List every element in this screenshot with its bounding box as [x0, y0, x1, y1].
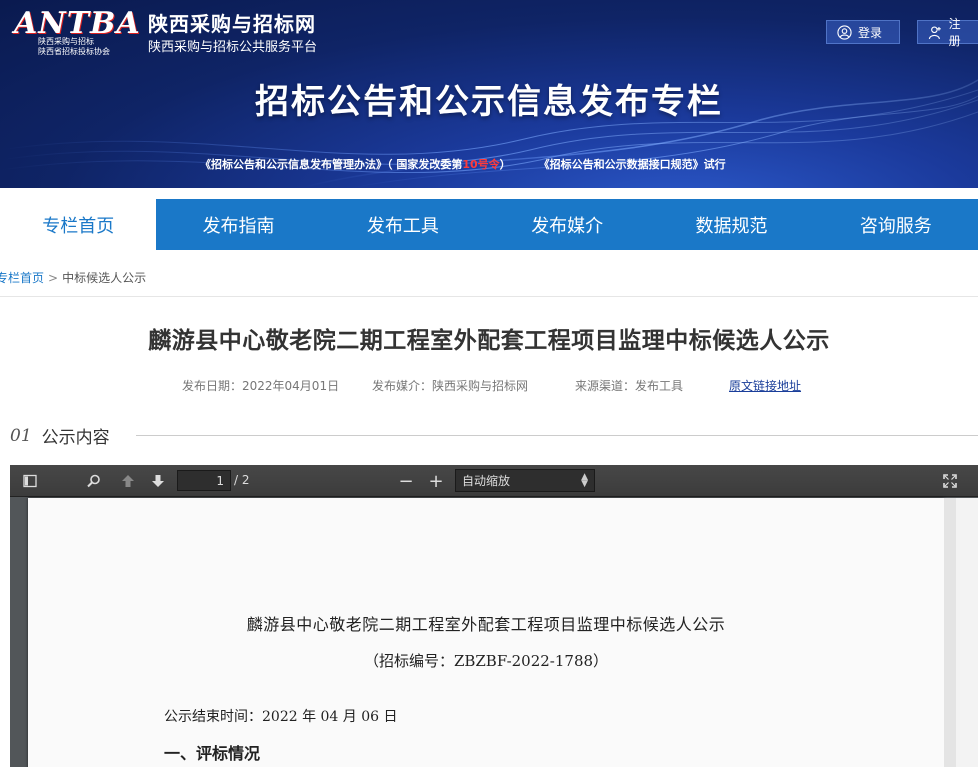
regulation-link-suffix: ）: [499, 158, 511, 171]
regulation-link-text: 《招标公告和公示信息发布管理办法》（ 国家发改委第: [200, 158, 463, 171]
pdf-toolbar: / 2 − + 自动缩放 ▲▼: [10, 465, 978, 497]
section-heading: 01 公示内容: [10, 423, 110, 449]
site-logo[interactable]: ANTBA 陕西采购与招标 陕西省招标投标协会: [14, 6, 142, 56]
original-link[interactable]: 原文链接地址: [729, 377, 801, 394]
search-icon: [87, 474, 100, 488]
site-name: 陕西采购与招标网: [148, 12, 316, 36]
sidebar-toggle-button[interactable]: [20, 471, 40, 491]
site-subtitle: 陕西采购与招标公共服务平台: [148, 40, 318, 55]
article-title: 麟游县中心敬老院二期工程室外配套工程项目监理中标候选人公示: [148, 328, 830, 354]
publish-source: 来源渠道：发布工具: [575, 379, 684, 393]
arrow-down-icon: [152, 475, 164, 487]
sidebar-toggle-icon: [23, 474, 37, 488]
fullscreen-button[interactable]: [940, 471, 960, 491]
pdf-page: 麟游县中心敬老院二期工程室外配套工程项目监理中标候选人公示 （招标编号：ZBZB…: [28, 498, 944, 767]
pdf-end-time: 公示结束时间：2022 年 04 月 06 日: [164, 709, 398, 725]
pdf-viewer: / 2 − + 自动缩放 ▲▼ 麟游县中心敬老院二期工程室外配套工程项目监理中标…: [10, 465, 978, 767]
nav-item-guide[interactable]: 发布指南: [156, 199, 320, 250]
section-label: 公示内容: [41, 428, 110, 448]
nav-item-home[interactable]: 专栏首页: [0, 199, 157, 250]
login-button[interactable]: 登录: [826, 20, 900, 44]
zoom-select-value: 自动缩放: [462, 474, 511, 488]
arrow-up-icon: [122, 475, 134, 487]
viewer-scrollbar[interactable]: [956, 498, 978, 767]
nav-item-tools[interactable]: 发布工具: [321, 199, 485, 250]
divider: [0, 296, 978, 297]
breadcrumb-home[interactable]: 专栏首页: [0, 271, 44, 285]
pdf-doc-title: 麟游县中心敬老院二期工程室外配套工程项目监理中标候选人公示: [246, 615, 726, 634]
zoom-in-button[interactable]: +: [426, 471, 446, 492]
user-add-icon: [928, 25, 941, 39]
nav-item-media[interactable]: 发布媒介: [485, 199, 649, 250]
previous-page-button[interactable]: [118, 471, 138, 491]
logo-line2: 陕西省招标投标协会: [38, 47, 110, 56]
data-spec-link[interactable]: 《招标公告和公示数据接口规范》试行: [539, 158, 726, 171]
publish-date: 发布日期：2022年04月01日: [182, 379, 340, 393]
pdf-doc-number: （招标编号：ZBZBF-2022-1788）: [363, 652, 609, 670]
zoom-out-button[interactable]: −: [396, 471, 416, 492]
breadcrumb-separator: >: [48, 271, 59, 285]
regulation-order-number: 10号令: [462, 158, 500, 171]
page-edge: [944, 498, 956, 767]
page-number-input[interactable]: [177, 470, 231, 491]
user-circle-icon: [837, 24, 852, 40]
register-button[interactable]: 注册: [917, 17, 978, 48]
section-divider: [136, 435, 978, 436]
publish-media: 发布媒介：陕西采购与招标网: [372, 379, 529, 393]
banner-links: 《招标公告和公示信息发布管理办法》（ 国家发改委第10号令） 《招标公告和公示数据…: [200, 156, 726, 172]
breadcrumb: 专栏首页 > 中标候选人公示: [0, 269, 146, 286]
select-arrows-icon: ▲ ▼: [581, 472, 588, 489]
next-page-button[interactable]: [148, 471, 168, 491]
find-button[interactable]: [84, 471, 104, 491]
section-number: 01: [10, 425, 32, 446]
nav-item-consult[interactable]: 咨询服务: [814, 199, 978, 250]
regulation-link[interactable]: 《招标公告和公示信息发布管理办法》（ 国家发改委第10号令）: [200, 158, 511, 171]
register-label: 注册: [948, 17, 961, 48]
fullscreen-icon: [943, 474, 957, 488]
zoom-select[interactable]: 自动缩放 ▲ ▼: [455, 469, 595, 492]
login-label: 登录: [858, 25, 883, 40]
pdf-section-heading: 一、评标情况: [164, 744, 261, 763]
breadcrumb-current: 中标候选人公示: [62, 271, 147, 285]
main-nav: 专栏首页 发布指南 发布工具 发布媒介 数据规范 咨询服务: [0, 199, 978, 250]
header-banner: ANTBA 陕西采购与招标 陕西省招标投标协会 陕西采购与招标网 陕西采购与招标…: [0, 0, 978, 188]
banner-title: 招标公告和公示信息发布专栏: [255, 82, 723, 122]
nav-item-data-spec[interactable]: 数据规范: [649, 199, 813, 250]
page-total: / 2: [234, 473, 250, 487]
